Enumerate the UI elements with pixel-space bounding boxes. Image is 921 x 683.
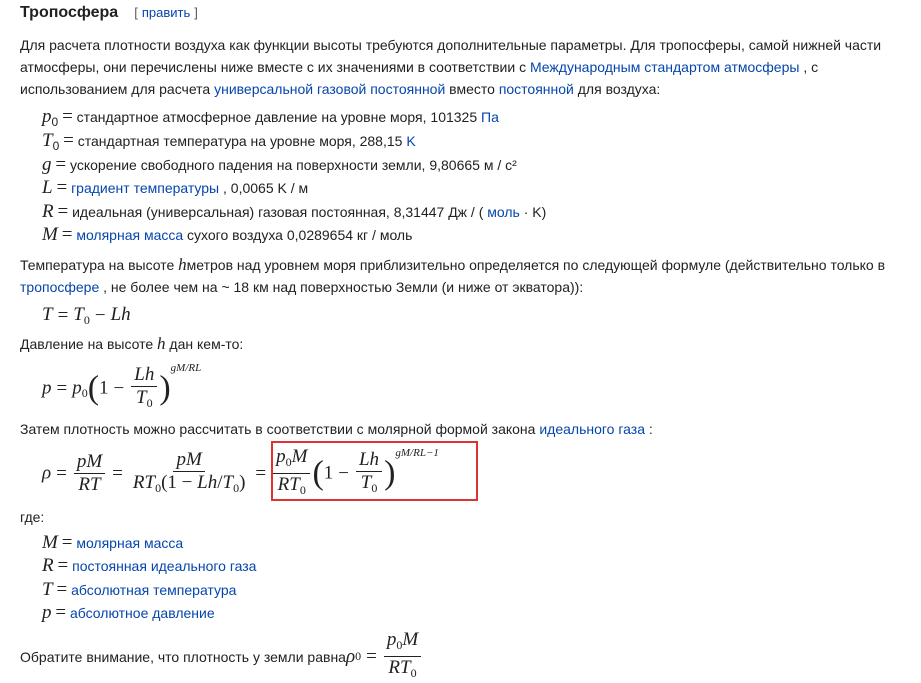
edit-link[interactable]: править bbox=[142, 5, 190, 20]
molar-mass-link[interactable]: молярная масса bbox=[76, 227, 183, 243]
param-l: L = градиент температуры , 0,0065 K / м bbox=[42, 177, 309, 198]
pressure-paragraph: Давление на высоте h дан кем-то: bbox=[20, 334, 244, 353]
kelvin-link[interactable]: K bbox=[406, 133, 415, 149]
param-r: R = идеальная (универсальная) газовая по… bbox=[42, 201, 547, 222]
where-abs-pressure-link[interactable]: абсолютное давление bbox=[70, 605, 215, 621]
universal-gas-constant-link[interactable]: универсальной газовой постоянной bbox=[214, 81, 445, 97]
final-paragraph: Обратите внимание, что плотность у земли… bbox=[20, 630, 423, 683]
section-title: Тропосфера bbox=[20, 4, 119, 21]
lapse-rate-link[interactable]: градиент температуры bbox=[71, 180, 219, 196]
temperature-paragraph: Температура на высоте hметров над уровне… bbox=[20, 255, 886, 295]
intro-paragraph: Для расчета плотности воздуха как функци… bbox=[20, 37, 882, 97]
edit-section: [править] bbox=[134, 5, 198, 20]
param-t0: T0 = стандартная температура на уровне м… bbox=[42, 130, 416, 154]
where-item-t: T = абсолютная температура bbox=[42, 579, 237, 600]
where-item-r: R = постоянная идеального газа bbox=[42, 555, 257, 576]
density-paragraph: Затем плотность можно рассчитать в соотв… bbox=[20, 421, 653, 437]
where-gas-constant-link[interactable]: постоянная идеального газа bbox=[72, 558, 256, 574]
param-m: M = молярная масса сухого воздуха 0,0289… bbox=[42, 224, 413, 245]
where-molar-mass-link[interactable]: молярная масса bbox=[76, 535, 183, 551]
constant-link[interactable]: постоянной bbox=[499, 81, 574, 97]
troposphere-link[interactable]: тропосфере bbox=[20, 279, 99, 295]
where-label: где: bbox=[20, 509, 45, 525]
section-heading: Тропосфера [править] bbox=[20, 4, 198, 22]
where-item-p: p = абсолютное давление bbox=[42, 602, 215, 623]
formula-highlight-box bbox=[271, 441, 478, 501]
formula-ground-density: ρ 0 = p0M RT0 bbox=[346, 630, 423, 683]
where-item-m: M = молярная масса bbox=[42, 532, 184, 553]
mole-link[interactable]: моль bbox=[487, 204, 520, 220]
param-g: g = ускорение свободного падения на пове… bbox=[42, 154, 517, 175]
formula-temperature: T = T0− Lh bbox=[42, 304, 131, 327]
ideal-gas-link[interactable]: идеального газа bbox=[539, 421, 645, 437]
where-abs-temperature-link[interactable]: абсолютная температура bbox=[71, 582, 236, 598]
pascal-link[interactable]: Па bbox=[481, 109, 499, 125]
param-p0: p0 = стандартное атмосферное давление на… bbox=[42, 106, 499, 130]
isa-link[interactable]: Международным стандартом атмосферы bbox=[530, 59, 799, 75]
formula-pressure: p = p0(1− Lh T0)gM/RL bbox=[42, 362, 202, 410]
